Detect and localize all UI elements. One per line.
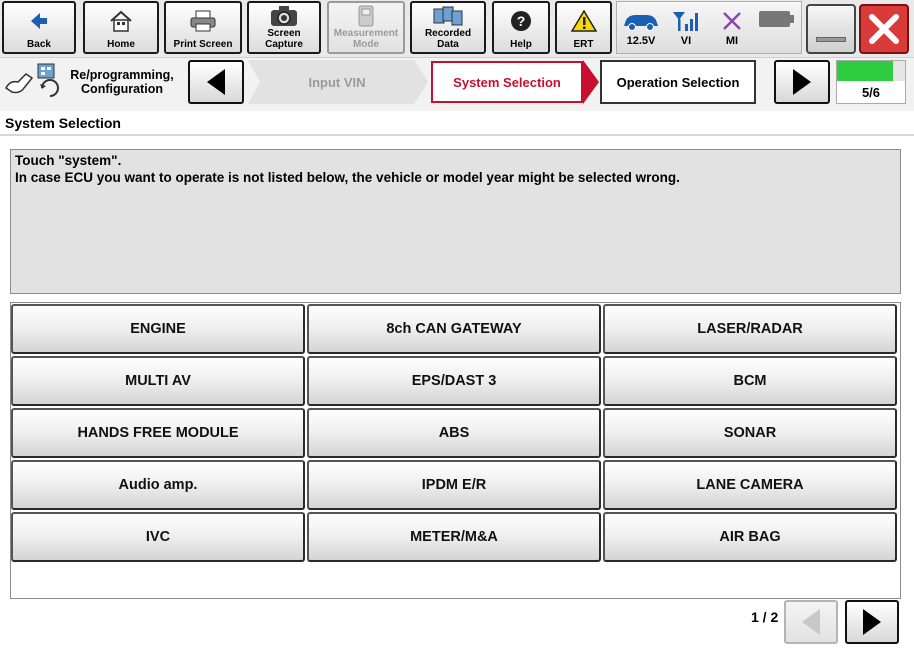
system-button[interactable]: 8ch CAN GATEWAY <box>307 304 601 354</box>
svg-text:?: ? <box>517 13 526 29</box>
home-icon <box>109 3 133 39</box>
system-button[interactable]: EPS/DAST 3 <box>307 356 601 406</box>
print-screen-button[interactable]: Print Screen <box>164 1 242 54</box>
back-arrow-icon <box>29 3 49 39</box>
system-button[interactable]: LASER/RADAR <box>603 304 897 354</box>
help-button[interactable]: ? Help <box>492 1 550 54</box>
recorded-data-label: Recorded Data <box>424 28 472 50</box>
instruction-box: Touch "system". In case ECU you want to … <box>10 149 901 294</box>
ert-button[interactable]: ERT <box>555 1 612 54</box>
close-button[interactable] <box>859 4 909 54</box>
system-button[interactable]: AIR BAG <box>603 512 897 562</box>
step-input-vin: Input VIN <box>248 60 428 104</box>
instruction-line: Touch "system". <box>15 153 122 168</box>
print-screen-label: Print Screen <box>173 39 233 50</box>
triangle-left-icon <box>802 609 820 635</box>
step-label: Input VIN <box>308 74 366 90</box>
progress-indicator: 5/6 <box>836 60 906 104</box>
system-button[interactable]: IVC <box>11 512 305 562</box>
recorded-data-icon <box>432 3 464 28</box>
system-button[interactable]: ENGINE <box>11 304 305 354</box>
home-button[interactable]: Home <box>83 1 159 54</box>
camera-icon <box>269 3 299 28</box>
battery-voltage: 12.5V <box>618 0 664 53</box>
page-previous-button[interactable] <box>784 600 838 644</box>
page-title: System Selection <box>0 112 914 136</box>
system-button[interactable]: MULTI AV <box>11 356 305 406</box>
back-button[interactable]: Back <box>2 1 76 54</box>
screen-capture-button[interactable]: Screen Capture <box>247 1 321 54</box>
system-button[interactable]: ABS <box>307 408 601 458</box>
system-button[interactable]: IPDM E/R <box>307 460 601 510</box>
minimize-button[interactable] <box>806 4 856 54</box>
instruction-line: In case ECU you want to operate is not l… <box>15 170 680 185</box>
back-label: Back <box>27 39 51 50</box>
system-button[interactable]: Audio amp. <box>11 460 305 510</box>
page-next-button[interactable] <box>845 600 899 644</box>
nav-back-button[interactable] <box>188 60 244 104</box>
signal-icon <box>671 10 701 35</box>
step-label: System Selection <box>453 74 561 90</box>
step-operation-selection: Operation Selection <box>600 60 756 104</box>
warning-icon <box>570 3 597 39</box>
measurement-icon <box>357 3 375 28</box>
system-button[interactable]: HANDS FREE MODULE <box>11 408 305 458</box>
car-icon <box>621 12 661 35</box>
vi-status: VI <box>666 0 706 53</box>
screen-capture-label: Screen Capture <box>265 28 303 50</box>
progress-label: 5/6 <box>861 85 881 100</box>
ert-label: ERT <box>573 39 594 50</box>
home-label: Home <box>107 39 135 50</box>
minimize-icon <box>816 37 846 42</box>
mi-status: MI <box>710 0 754 53</box>
battery-icon <box>759 10 795 28</box>
help-label: Help <box>510 39 532 50</box>
progress-bar-fill <box>837 61 893 81</box>
nav-next-button[interactable] <box>774 60 830 104</box>
help-icon: ? <box>510 3 532 39</box>
system-button[interactable]: BCM <box>603 356 897 406</box>
system-button[interactable]: LANE CAMERA <box>603 460 897 510</box>
system-button[interactable]: METER/M&A <box>307 512 601 562</box>
page-indicator: 1 / 2 <box>751 609 779 625</box>
disconnected-x-icon <box>721 10 743 35</box>
section-label: Re/programming, Configuration <box>70 68 174 96</box>
reprogramming-icon <box>4 62 60 102</box>
triangle-right-icon <box>863 609 881 635</box>
triangle-right-icon <box>793 69 811 95</box>
printer-icon <box>189 3 217 39</box>
progress-track <box>837 61 905 81</box>
step-system-selection: System Selection <box>431 60 601 104</box>
recorded-data-button[interactable]: Recorded Data <box>410 1 486 54</box>
close-icon <box>864 9 904 54</box>
triangle-left-icon <box>207 69 225 95</box>
measurement-mode-label: Measurement Mode <box>333 28 399 50</box>
system-button[interactable]: SONAR <box>603 408 897 458</box>
measurement-mode-button[interactable]: Measurement Mode <box>327 1 405 54</box>
